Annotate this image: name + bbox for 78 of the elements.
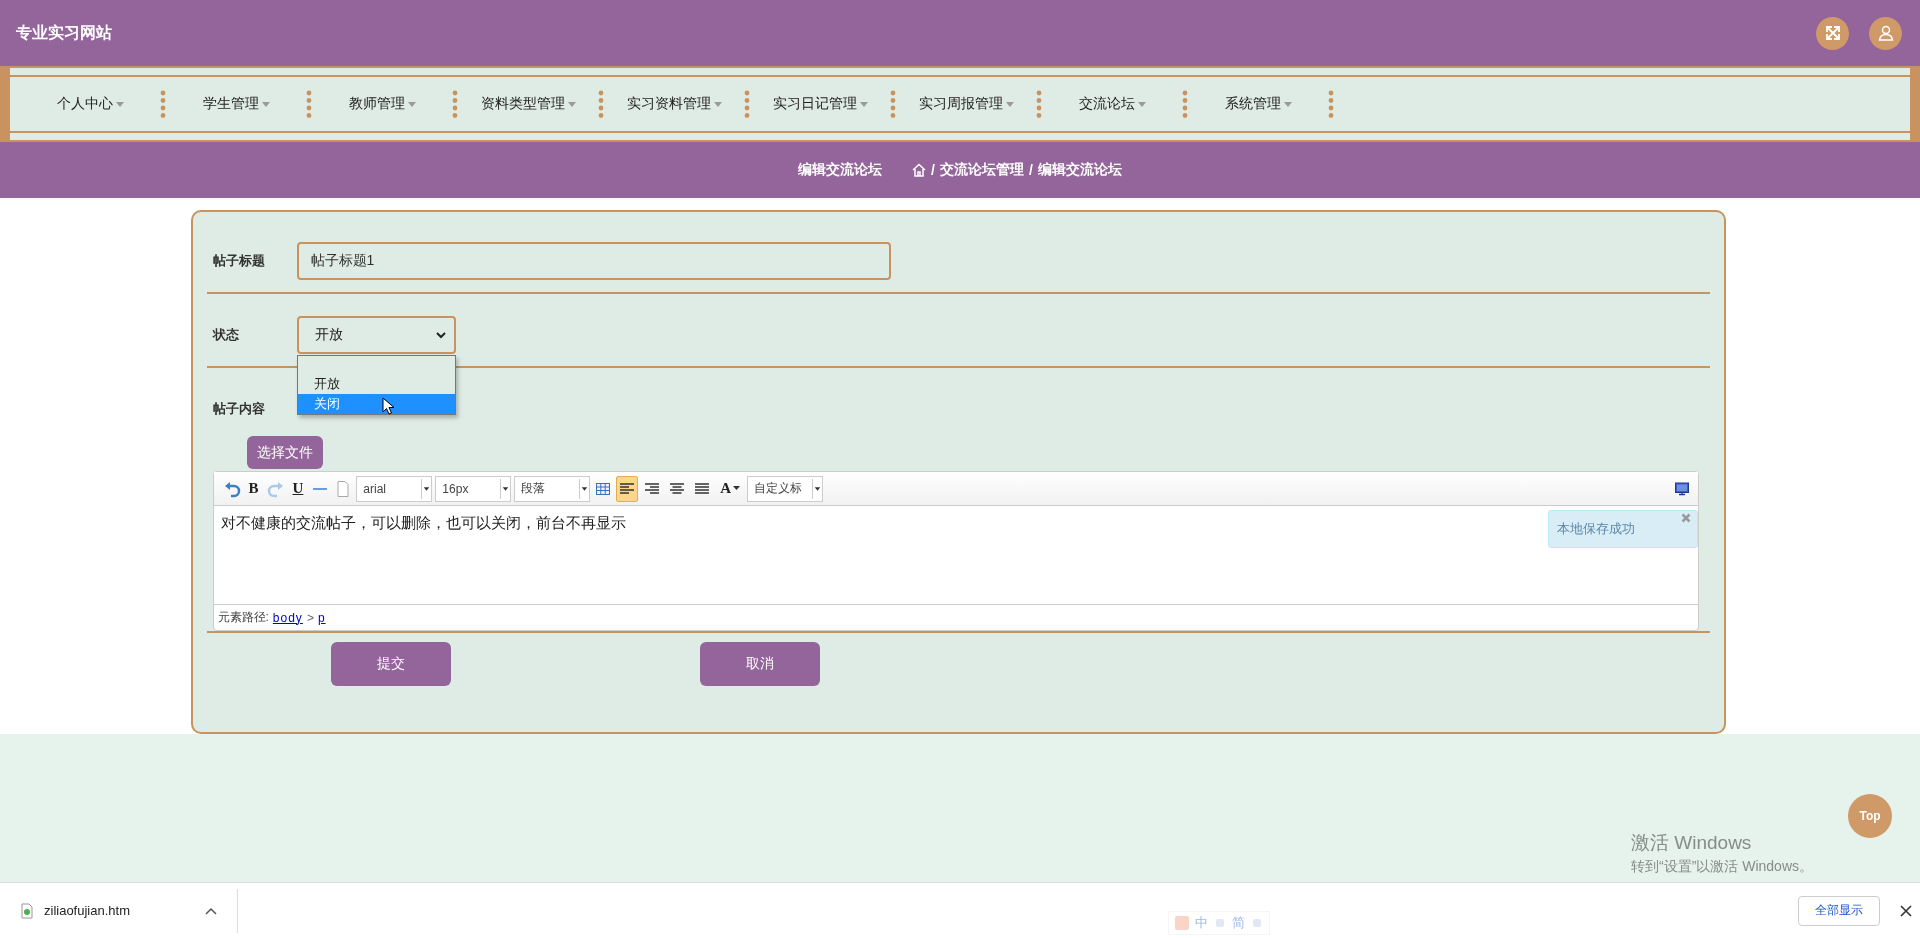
- editor-content-text: 对不健康的交流帖子，可以删除，也可以关闭，前台不再显示: [220, 514, 626, 533]
- dropdown-option[interactable]: 开放: [297, 374, 455, 394]
- fullscreen-button[interactable]: [1816, 16, 1849, 50]
- nav-menu-item[interactable]: 教师管理: [322, 95, 442, 113]
- show-all-button[interactable]: 全部显示: [1798, 895, 1880, 926]
- caret-icon: [261, 102, 270, 107]
- title-input[interactable]: 帖子标题1: [296, 242, 891, 280]
- caret-icon: [421, 478, 432, 499]
- choose-file-button[interactable]: 选择文件: [246, 436, 323, 469]
- caret-icon: [500, 478, 511, 499]
- caret-icon: [713, 102, 722, 107]
- mouse-pointer-icon: [381, 397, 394, 415]
- caret-icon: [733, 486, 741, 491]
- path-label: 元素路径:: [217, 609, 269, 626]
- dotted-separator: [160, 90, 166, 118]
- font-color-button[interactable]: A: [716, 480, 745, 497]
- nav-menu-item[interactable]: 资料类型管理: [468, 95, 588, 113]
- align-left-icon[interactable]: [616, 475, 639, 502]
- caret-icon: [859, 102, 868, 107]
- chevron-down-icon: [435, 331, 446, 339]
- breadcrumb-separator: /: [1029, 162, 1033, 178]
- activation-text: 转到“设置”以激活 Windows。: [1631, 858, 1813, 876]
- cancel-button[interactable]: 取消: [699, 642, 820, 686]
- dotted-separator: [1036, 90, 1042, 118]
- nav-menu-item[interactable]: 实习资料管理: [614, 95, 734, 113]
- dropdown-field[interactable]: 16px: [435, 475, 512, 502]
- format-button[interactable]: U: [288, 480, 308, 497]
- caret-icon: [1005, 102, 1014, 107]
- dotted-separator: [306, 90, 312, 118]
- download-item[interactable]: ziliaofujian.htm: [20, 902, 205, 919]
- user-icon: [1877, 25, 1894, 41]
- field-label: 帖子标题: [211, 252, 266, 270]
- close-icon: [1680, 513, 1691, 523]
- nav-menu-item[interactable]: 交流论坛: [1052, 95, 1172, 113]
- caret-icon: [812, 478, 823, 499]
- dotted-separator: [598, 90, 604, 118]
- dropdown-field[interactable]: 自定义标: [747, 475, 824, 502]
- dotted-separator: [744, 90, 750, 118]
- path-link[interactable]: body: [272, 610, 303, 625]
- caret-icon: [1137, 102, 1146, 107]
- path-link[interactable]: p: [317, 610, 326, 625]
- status-select[interactable]: 开放: [296, 316, 456, 354]
- site-title: 专业实习网站: [16, 22, 112, 43]
- dropdown-field[interactable]: 段落: [514, 475, 591, 502]
- path-separator: >: [306, 610, 314, 625]
- nav-menu-item[interactable]: 学生管理: [176, 95, 296, 113]
- chevron-up-icon[interactable]: [205, 906, 217, 915]
- caret-icon: [115, 102, 124, 107]
- breadcrumb-link[interactable]: 交流论坛管理: [940, 161, 1024, 179]
- ime-logo-icon: [1175, 916, 1189, 930]
- dotted-separator: [1182, 90, 1188, 118]
- breadcrumb-separator: /: [931, 162, 935, 178]
- home-icon[interactable]: [912, 163, 927, 177]
- caret-icon: [567, 102, 576, 107]
- monitor-icon[interactable]: [1673, 480, 1690, 497]
- caret-icon: [579, 478, 590, 499]
- dotted-separator: [452, 90, 458, 118]
- notice-text: 本地保存成功: [1556, 520, 1635, 538]
- nav-menu-item[interactable]: 个人中心: [30, 95, 150, 113]
- close-icon: [1900, 904, 1912, 917]
- submit-button[interactable]: 提交: [330, 642, 451, 686]
- file-icon: [20, 902, 34, 919]
- nav-menu-item[interactable]: 实习周报管理: [906, 95, 1026, 113]
- dropdown-field[interactable]: arial: [356, 475, 433, 502]
- caret-icon: [407, 102, 416, 107]
- nav-menu-item[interactable]: 系统管理: [1198, 95, 1318, 113]
- page-title: 编辑交流论坛: [798, 161, 883, 179]
- expand-arrows-icon: [1824, 25, 1841, 41]
- field-label: 状态: [211, 326, 240, 344]
- activation-title: 激活 Windows: [1631, 831, 1753, 855]
- dotted-separator: [890, 90, 896, 118]
- breadcrumb-current: 编辑交流论坛: [1037, 161, 1122, 179]
- nav-menu-item[interactable]: 实习日记管理: [760, 95, 880, 113]
- format-button[interactable]: B: [244, 480, 263, 497]
- caret-icon: [1283, 102, 1292, 107]
- field-label: 帖子内容: [211, 400, 266, 418]
- dotted-separator: [1328, 90, 1334, 118]
- user-button[interactable]: [1869, 16, 1902, 50]
